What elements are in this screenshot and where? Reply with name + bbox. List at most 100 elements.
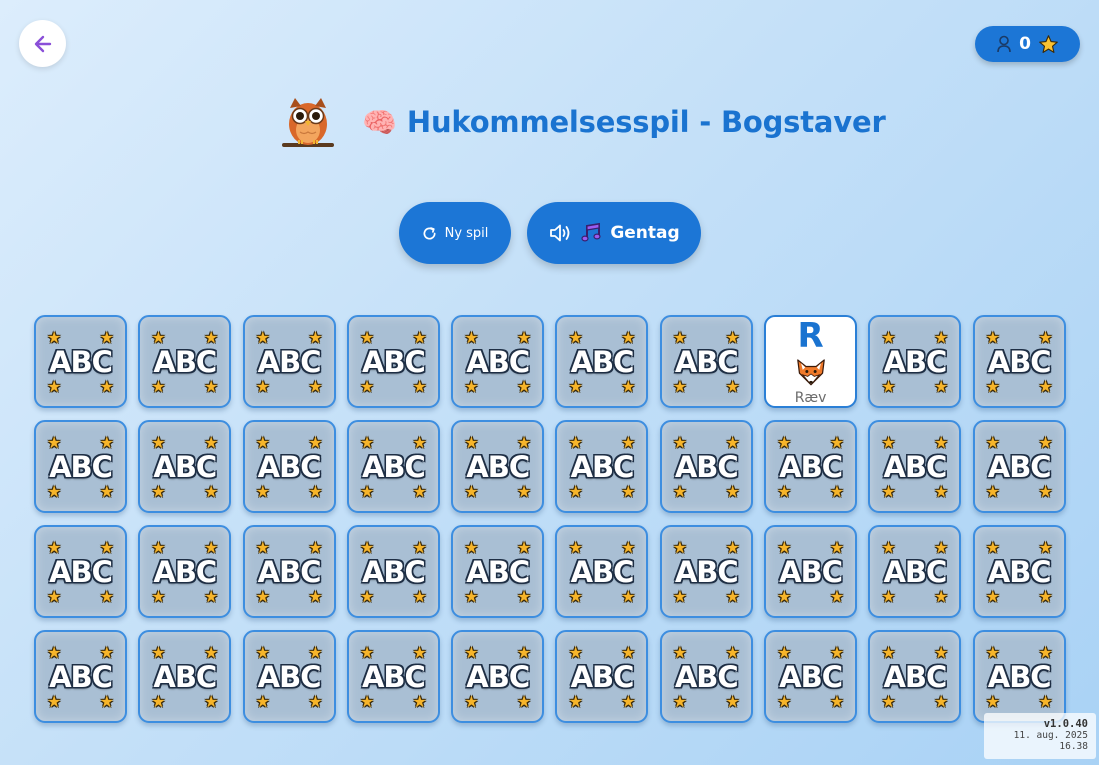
memory-card[interactable]: ★ ★ ★ ★ ABC	[138, 315, 232, 408]
card-star-icon: ★	[985, 482, 1001, 501]
card-back-label: ABC	[779, 659, 843, 694]
memory-card[interactable]: ★ ★ ★ ★ ABC	[972, 315, 1066, 408]
memory-card[interactable]: ★ ★ ★ ★ ABC	[346, 525, 440, 618]
memory-card[interactable]: ★ ★ ★ ★ ABC	[451, 315, 545, 408]
memory-card[interactable]: ★ ★ ★ ★ ABC	[34, 630, 127, 723]
card-star-icon: ★	[672, 587, 688, 606]
memory-card[interactable]: ★ ★ ★ ★ ABC	[346, 315, 440, 408]
memory-card[interactable]: ★ ★ ★ ★ ABC	[972, 525, 1066, 618]
memory-card[interactable]: ★ ★ ★ ★ ABC	[138, 420, 232, 513]
card-star-icon: ★	[47, 587, 62, 606]
memory-card[interactable]: ★ ★ ★ ★ ABC	[659, 630, 753, 723]
new-game-label: Ny spil	[444, 225, 489, 241]
card-star-icon: ★	[151, 538, 166, 557]
card-star-icon: ★	[151, 482, 166, 501]
memory-card[interactable]: ★ ★ ★ ★ ABC	[555, 315, 649, 408]
card-star-icon: ★	[359, 587, 375, 606]
memory-card[interactable]: ★ ★ ★ ★ ABC	[868, 630, 962, 723]
card-star-icon: ★	[777, 692, 792, 711]
memory-card[interactable]: ★ ★ ★ ★ ABC	[242, 420, 336, 513]
memory-card[interactable]: ★ ★ ★ ★ ABC	[555, 525, 649, 618]
card-star-icon: ★	[47, 328, 62, 347]
card-star-icon: ★	[934, 377, 949, 396]
owl-mascot-icon	[282, 98, 334, 147]
card-star-icon: ★	[255, 587, 270, 606]
card-star-icon: ★	[203, 433, 219, 452]
card-back-label: ABC	[257, 344, 322, 379]
card-star-icon: ★	[672, 643, 688, 662]
memory-card[interactable]: ★ ★ ★ ★ ABC	[346, 630, 440, 723]
card-star-icon: ★	[464, 328, 479, 347]
memory-card[interactable]: ★ ★ ★ ★ ABC	[659, 420, 753, 513]
memory-card[interactable]: ★ ★ ★ ★ ABC	[659, 525, 753, 618]
card-back-label: ABC	[674, 344, 739, 379]
card-star-icon: ★	[725, 482, 740, 501]
card-star-icon: ★	[308, 538, 323, 557]
card-star-icon: ★	[412, 377, 427, 396]
card-star-icon: ★	[255, 377, 270, 396]
memory-card[interactable]: ★ ★ ★ ★ ABC	[659, 315, 753, 408]
star-icon	[1039, 34, 1058, 53]
card-star-icon: ★	[255, 692, 270, 711]
memory-card[interactable]: ★ ★ ★ ★ ABC	[555, 420, 649, 513]
card-star-icon: ★	[1038, 328, 1053, 347]
card-back-label: ABC	[570, 659, 635, 694]
memory-card[interactable]: ★ ★ ★ ★ ABC	[764, 525, 858, 618]
card-star-icon: ★	[672, 377, 688, 396]
memory-card[interactable]: ★ ★ ★ ★ ABC	[972, 630, 1066, 723]
memory-card[interactable]: ★ ★ ★ ★ ABC	[346, 420, 440, 513]
memory-card[interactable]: ★ ★ ★ ★ ABC	[555, 630, 649, 723]
memory-card[interactable]: ★ ★ ★ ★ ABC	[451, 525, 545, 618]
version-time: 16.38	[1059, 741, 1088, 752]
card-star-icon: ★	[672, 538, 688, 557]
card-star-icon: ★	[255, 482, 270, 501]
back-button[interactable]	[19, 20, 66, 67]
card-star-icon: ★	[203, 643, 219, 662]
card-star-icon: ★	[568, 692, 583, 711]
card-star-icon: ★	[777, 643, 792, 662]
memory-card[interactable]: ★ ★ ★ ★ ABC	[764, 420, 858, 513]
card-star-icon: ★	[203, 587, 219, 606]
memory-card[interactable]: ★ ★ ★ ★ ABC	[868, 315, 962, 408]
card-star-icon: ★	[621, 433, 636, 452]
card-star-icon: ★	[464, 433, 479, 452]
card-star-icon: ★	[359, 328, 375, 347]
card-star-icon: ★	[934, 587, 949, 606]
memory-card[interactable]: ★ ★ ★ ★ ABC	[34, 525, 127, 618]
card-back-label: ABC	[153, 659, 217, 694]
card-star-icon: ★	[777, 538, 792, 557]
repeat-sound-button[interactable]: Gentag	[527, 202, 701, 264]
card-star-icon: ★	[308, 433, 323, 452]
card-star-icon: ★	[985, 433, 1001, 452]
memory-card[interactable]: ★ ★ ★ ★ ABC	[972, 420, 1066, 513]
card-star-icon: ★	[621, 587, 636, 606]
memory-card[interactable]: ★ ★ ★ ★ ABC	[242, 630, 336, 723]
memory-card[interactable]: ★ ★ ★ ★ ABC	[868, 420, 962, 513]
card-star-icon: ★	[725, 587, 740, 606]
card-star-icon: ★	[881, 377, 896, 396]
card-star-icon: ★	[881, 433, 896, 452]
memory-card[interactable]: ★ ★ ★ ★ ABC	[451, 630, 545, 723]
memory-card[interactable]: ★ ★ ★ ★ ABC	[242, 315, 336, 408]
score-badge: 0	[975, 26, 1080, 62]
memory-card[interactable]: ★ ★ ★ ★ ABC	[242, 525, 336, 618]
card-star-icon: ★	[359, 377, 375, 396]
card-back-label: ABC	[466, 449, 530, 484]
card-star-icon: ★	[203, 692, 219, 711]
memory-card[interactable]: ★ ★ ★ ★ ABC	[34, 315, 127, 408]
card-star-icon: ★	[99, 538, 114, 557]
card-back-label: ABC	[570, 344, 635, 379]
memory-card-revealed[interactable]: R Ræv	[764, 315, 858, 408]
memory-card[interactable]: ★ ★ ★ ★ ABC	[34, 420, 127, 513]
new-game-button[interactable]: Ny spil	[399, 202, 511, 264]
card-back-label: ABC	[987, 554, 1052, 589]
memory-card[interactable]: ★ ★ ★ ★ ABC	[138, 630, 232, 723]
memory-card[interactable]: ★ ★ ★ ★ ABC	[451, 420, 545, 513]
memory-card[interactable]: ★ ★ ★ ★ ABC	[764, 630, 858, 723]
version-info: v1.0.40 11. aug. 2025 16.38	[984, 713, 1096, 759]
card-back-label: ABC	[779, 449, 843, 484]
memory-card[interactable]: ★ ★ ★ ★ ABC	[138, 525, 232, 618]
card-back-label: ABC	[987, 344, 1052, 379]
memory-card[interactable]: ★ ★ ★ ★ ABC	[868, 525, 962, 618]
card-star-icon: ★	[985, 587, 1001, 606]
